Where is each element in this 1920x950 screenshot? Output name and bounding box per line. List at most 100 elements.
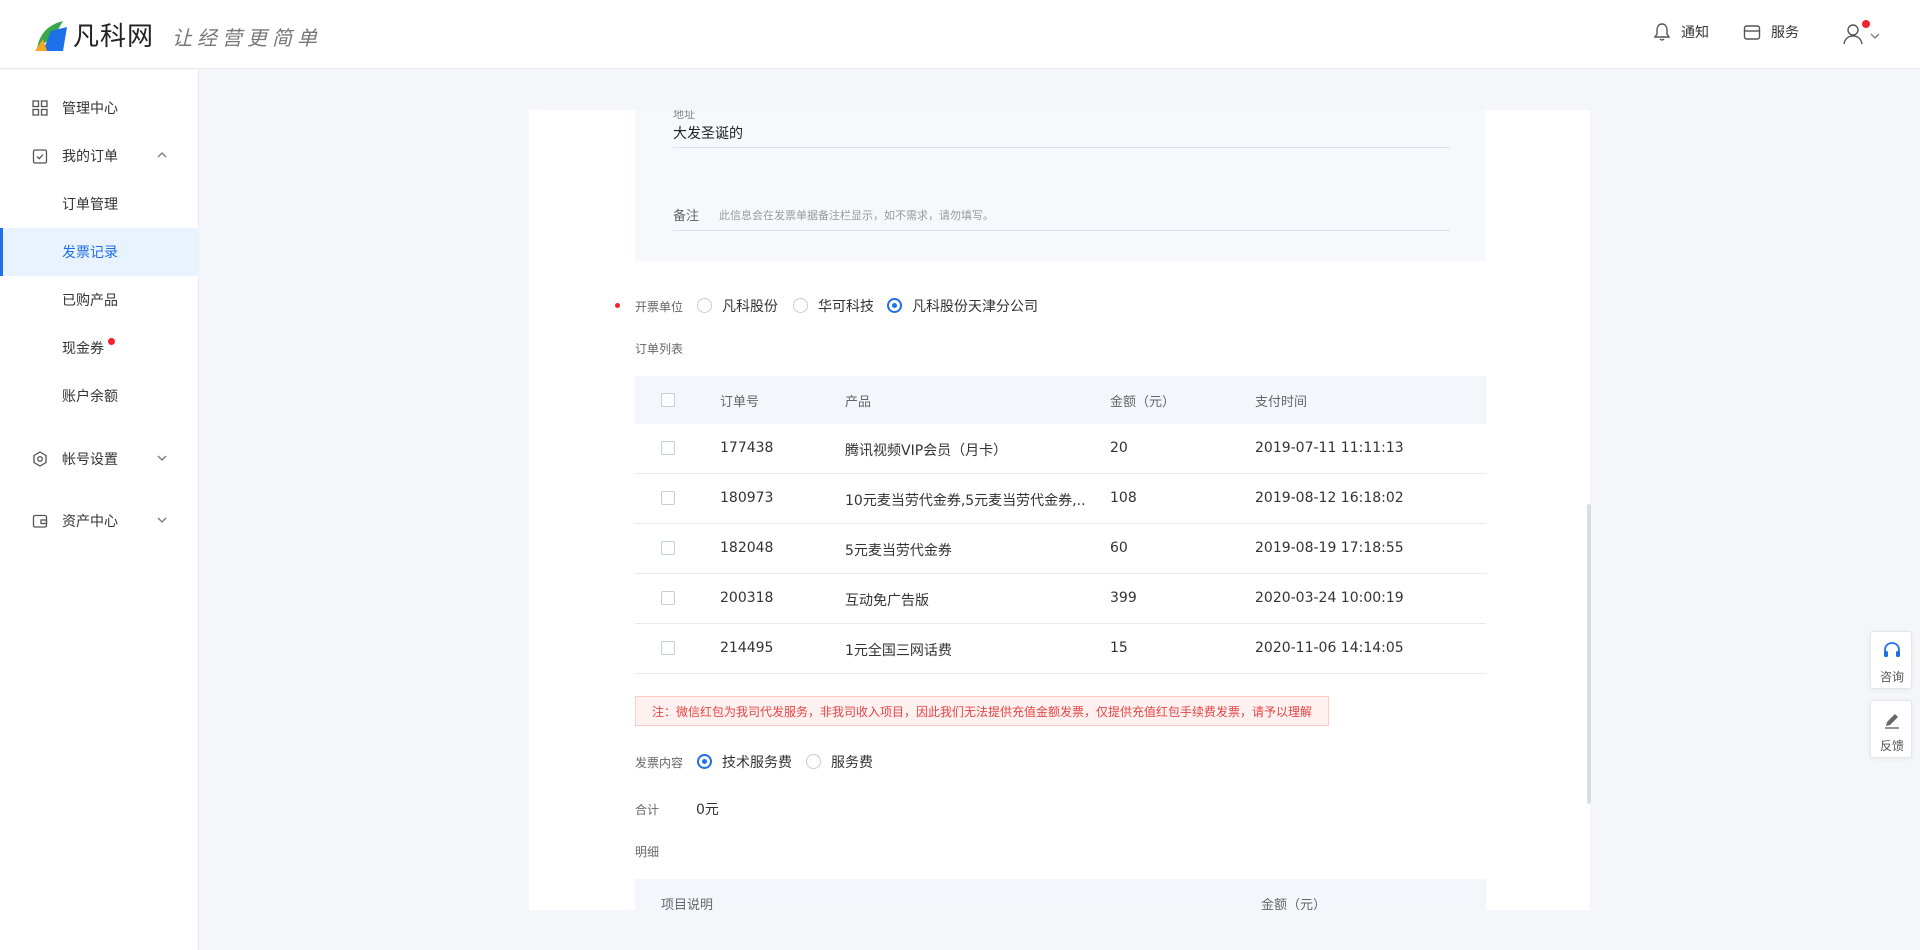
chevron-down-icon bbox=[1870, 33, 1880, 39]
issuer-label: 开票单位 bbox=[635, 300, 684, 314]
invoice-content-label: 发票内容 bbox=[635, 756, 684, 770]
issuer-option-label[interactable]: 凡科股份 bbox=[722, 296, 778, 316]
issuer-radio-tianjin[interactable] bbox=[887, 298, 902, 313]
wallet-icon bbox=[32, 514, 48, 528]
row-checkbox[interactable] bbox=[661, 441, 675, 455]
sidebar-item-order-management[interactable]: 订单管理 bbox=[0, 180, 199, 228]
order-time: 2020-03-24 10:00:19 bbox=[1255, 590, 1404, 606]
service-label: 服务 bbox=[1771, 25, 1799, 41]
sidebar: 管理中心 我的订单 订单管理 发票记录 已购产品 现金券 账户余额 帐号设置 资… bbox=[0, 70, 199, 950]
scrollbar-thumb[interactable] bbox=[1587, 504, 1591, 804]
column-header: 金额（元） bbox=[1261, 898, 1327, 910]
content-option-label[interactable]: 服务费 bbox=[831, 752, 873, 772]
order-id: 214495 bbox=[720, 640, 774, 656]
clipboard-check-icon bbox=[32, 149, 48, 164]
table-row[interactable]: 182048 5元麦当劳代金券 60 2019-08-19 17:18:55 bbox=[635, 524, 1486, 574]
order-time: 2020-11-06 14:14:05 bbox=[1255, 640, 1404, 656]
column-header: 产品 bbox=[845, 395, 872, 410]
order-product: 10元麦当劳代金券,5元麦当劳代金券,... bbox=[845, 493, 1085, 509]
sidebar-item-label: 帐号设置 bbox=[62, 452, 118, 468]
total-value: 0元 bbox=[696, 802, 719, 818]
issuer-option-label[interactable]: 凡科股份天津分公司 bbox=[912, 296, 1038, 316]
row-checkbox[interactable] bbox=[661, 541, 675, 555]
table-row[interactable]: 214495 1元全国三网话费 15 2020-11-06 14:14:05 bbox=[635, 624, 1486, 674]
brand-logo[interactable]: 凡科网 bbox=[33, 16, 154, 53]
sidebar-item-account-balance[interactable]: 账户余额 bbox=[0, 372, 199, 420]
sidebar-item-my-orders[interactable]: 我的订单 bbox=[0, 132, 199, 180]
notify-label: 通知 bbox=[1681, 25, 1709, 41]
store-icon bbox=[1743, 25, 1761, 40]
user-badge-dot bbox=[1862, 20, 1870, 28]
user-menu[interactable] bbox=[1840, 20, 1884, 50]
order-product: 5元麦当劳代金券 bbox=[845, 543, 952, 559]
pencil-icon bbox=[1885, 714, 1899, 729]
detail-table-header: 项目说明 金额（元） bbox=[635, 879, 1486, 910]
row-checkbox[interactable] bbox=[661, 641, 675, 655]
sidebar-item-purchased-products[interactable]: 已购产品 bbox=[0, 276, 199, 324]
order-product: 1元全国三网话费 bbox=[845, 643, 952, 659]
remark-input[interactable]: 此信息会在发票单据备注栏显示，如不需求，请勿填写。 bbox=[719, 207, 994, 223]
address-section: 地址 大发圣诞的 备注 此信息会在发票单据备注栏显示，如不需求，请勿填写。 bbox=[635, 110, 1486, 261]
feedback-button[interactable]: 反馈 bbox=[1870, 700, 1912, 758]
order-id: 200318 bbox=[720, 590, 774, 606]
order-time: 2019-08-12 16:18:02 bbox=[1255, 490, 1404, 506]
content-radio-tech-service[interactable] bbox=[697, 754, 712, 769]
row-checkbox[interactable] bbox=[661, 591, 675, 605]
order-amount: 399 bbox=[1110, 590, 1137, 606]
service-button[interactable]: 服务 bbox=[1742, 22, 1799, 42]
chevron-down-icon bbox=[157, 455, 167, 461]
column-header: 项目说明 bbox=[661, 898, 714, 910]
chevron-down-icon bbox=[157, 517, 167, 523]
row-checkbox[interactable] bbox=[661, 491, 675, 505]
sidebar-item-cash-coupons[interactable]: 现金券 bbox=[0, 324, 199, 372]
sidebar-item-label: 管理中心 bbox=[62, 101, 118, 117]
order-amount: 60 bbox=[1110, 540, 1128, 556]
issuer-radio-fanke[interactable] bbox=[697, 298, 712, 313]
table-row[interactable]: 177438 腾讯视频VIP会员（月卡） 20 2019-07-11 11:11… bbox=[635, 424, 1486, 474]
column-header: 金额（元） bbox=[1110, 395, 1176, 410]
coupon-badge-dot bbox=[108, 338, 115, 345]
top-header: 凡科网 让经营更简单 通知 服务 bbox=[0, 0, 1920, 69]
consult-button[interactable]: 咨询 bbox=[1870, 631, 1912, 689]
order-amount: 20 bbox=[1110, 440, 1128, 456]
content-option-label[interactable]: 技术服务费 bbox=[722, 752, 792, 772]
table-row[interactable]: 180973 10元麦当劳代金券,5元麦当劳代金券,... 108 2019-0… bbox=[635, 474, 1486, 524]
sidebar-item-asset-center[interactable]: 资产中心 bbox=[0, 497, 199, 545]
address-input[interactable]: 大发圣诞的 bbox=[673, 123, 743, 143]
notify-button[interactable]: 通知 bbox=[1652, 22, 1709, 42]
headset-icon bbox=[1884, 642, 1900, 657]
table-row[interactable]: 200318 互动免广告版 399 2020-03-24 10:00:19 bbox=[635, 574, 1486, 624]
remark-label: 备注 bbox=[673, 209, 700, 224]
logo-icon bbox=[33, 17, 69, 53]
sidebar-item-label: 资产中心 bbox=[62, 514, 118, 530]
sidebar-item-invoice-records[interactable]: 发票记录 bbox=[0, 228, 199, 276]
sidebar-item-label: 现金券 bbox=[62, 341, 104, 357]
feedback-label: 反馈 bbox=[1879, 739, 1904, 753]
content-radio-service[interactable] bbox=[806, 754, 821, 769]
address-underline bbox=[673, 147, 1450, 148]
required-mark bbox=[615, 303, 620, 308]
sidebar-item-label: 已购产品 bbox=[62, 293, 118, 309]
brand-name: 凡科网 bbox=[73, 22, 155, 52]
sidebar-item-account-settings[interactable]: 帐号设置 bbox=[0, 435, 199, 483]
order-id: 177438 bbox=[720, 440, 774, 456]
sidebar-item-label: 我的订单 bbox=[62, 149, 118, 165]
consult-label: 咨询 bbox=[1879, 670, 1904, 684]
user-icon bbox=[1843, 24, 1863, 45]
sidebar-item-label: 订单管理 bbox=[62, 197, 118, 213]
gear-icon bbox=[33, 451, 47, 467]
order-list-label: 订单列表 bbox=[635, 342, 684, 356]
bell-icon bbox=[1653, 23, 1671, 41]
address-label: 地址 bbox=[673, 110, 695, 121]
select-all-checkbox[interactable] bbox=[661, 393, 675, 407]
invoice-notice: 注：微信红包为我司代发服务，非我司收入项目，因此我们无法提供充值金额发票，仅提供… bbox=[635, 696, 1329, 726]
issuer-radio-huake[interactable] bbox=[793, 298, 808, 313]
chevron-up-icon bbox=[157, 152, 167, 158]
order-product: 互动免广告版 bbox=[845, 593, 929, 609]
order-id: 182048 bbox=[720, 540, 774, 556]
order-amount: 15 bbox=[1110, 640, 1128, 656]
sidebar-item-label: 发票记录 bbox=[62, 245, 118, 261]
sidebar-item-admin-center[interactable]: 管理中心 bbox=[0, 84, 199, 132]
issuer-option-label[interactable]: 华可科技 bbox=[818, 296, 874, 316]
slogan: 让经营更简单 bbox=[172, 26, 322, 50]
